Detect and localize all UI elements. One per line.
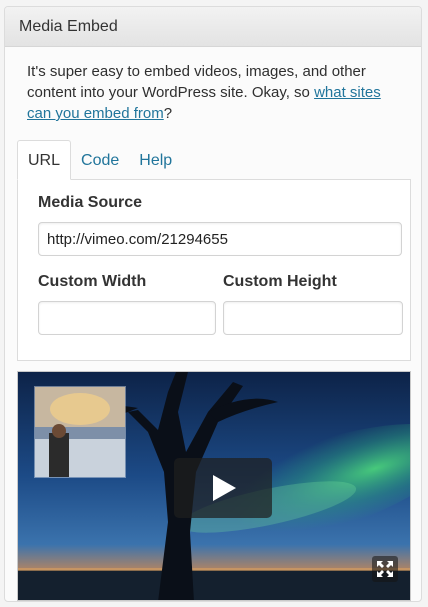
custom-height-input[interactable] xyxy=(223,301,403,335)
fullscreen-button[interactable] xyxy=(372,556,398,582)
widget-header: Media Embed xyxy=(5,7,421,47)
tab-bar: URL Code Help xyxy=(17,140,182,180)
widget-title: Media Embed xyxy=(19,18,118,35)
intro-text-end: ? xyxy=(163,105,173,122)
custom-height-label: Custom Height xyxy=(223,273,337,290)
video-player[interactable] xyxy=(17,371,411,601)
avatar-image xyxy=(35,387,125,477)
fullscreen-icon xyxy=(377,561,393,577)
play-button[interactable] xyxy=(174,458,272,518)
media-source-input[interactable] xyxy=(38,222,402,256)
intro-text: It's super easy to embed videos, images,… xyxy=(27,61,397,124)
media-source-label: Media Source xyxy=(38,194,143,211)
play-icon xyxy=(213,475,236,501)
author-avatar[interactable] xyxy=(34,386,126,478)
custom-width-input[interactable] xyxy=(38,301,216,335)
url-tab-panel: Media Source Custom Width Custom Height xyxy=(17,179,411,361)
media-embed-widget: Media Embed It's super easy to embed vid… xyxy=(4,6,422,602)
tab-code[interactable]: Code xyxy=(71,142,129,180)
tab-url[interactable]: URL xyxy=(17,140,72,180)
custom-width-label: Custom Width xyxy=(38,273,147,290)
tab-help[interactable]: Help xyxy=(129,142,182,180)
